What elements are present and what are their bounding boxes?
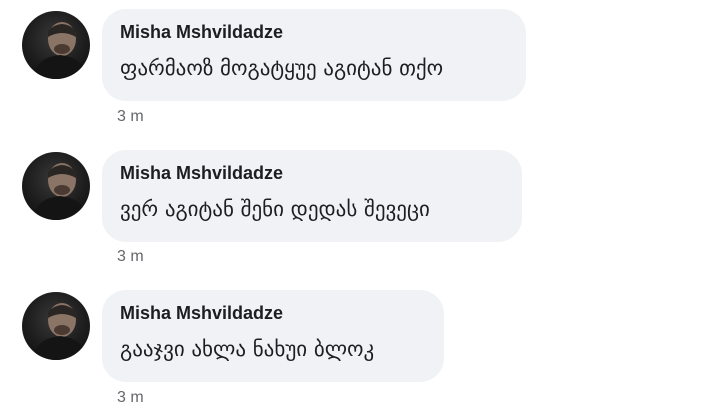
comment-author[interactable]: Misha Mshvildadze bbox=[120, 302, 424, 324]
person-photo-icon bbox=[32, 303, 88, 360]
avatar[interactable] bbox=[22, 152, 90, 220]
person-photo-icon bbox=[32, 22, 88, 79]
comment-bubble: Misha Mshvildadze ვერ აგიტან შენი დედას … bbox=[102, 150, 522, 242]
comment-thread: Misha Mshvildadze ფარმაოზ მოგატყუე აგიტა… bbox=[0, 0, 720, 414]
comment-author[interactable]: Misha Mshvildadze bbox=[120, 162, 502, 184]
comment-timestamp[interactable]: 3 m bbox=[117, 247, 144, 267]
comment-text: გააჯვი ახლა ნახუი ბლოკ bbox=[120, 337, 375, 361]
comment-text: ვერ აგიტან შენი დედას შევეცი bbox=[120, 197, 430, 221]
comment-timestamp[interactable]: 3 m bbox=[117, 388, 144, 408]
comment-timestamp[interactable]: 3 m bbox=[117, 107, 144, 127]
person-photo-icon bbox=[32, 163, 88, 220]
comment-author[interactable]: Misha Mshvildadze bbox=[120, 21, 506, 43]
comment-text: ფარმაოზ მოგატყუე აგიტან თქო bbox=[120, 56, 444, 80]
comment-bubble: Misha Mshvildadze გააჯვი ახლა ნახუი ბლოკ bbox=[102, 290, 444, 382]
avatar[interactable] bbox=[22, 292, 90, 360]
comment-bubble: Misha Mshvildadze ფარმაოზ მოგატყუე აგიტა… bbox=[102, 9, 526, 101]
avatar[interactable] bbox=[22, 11, 90, 79]
